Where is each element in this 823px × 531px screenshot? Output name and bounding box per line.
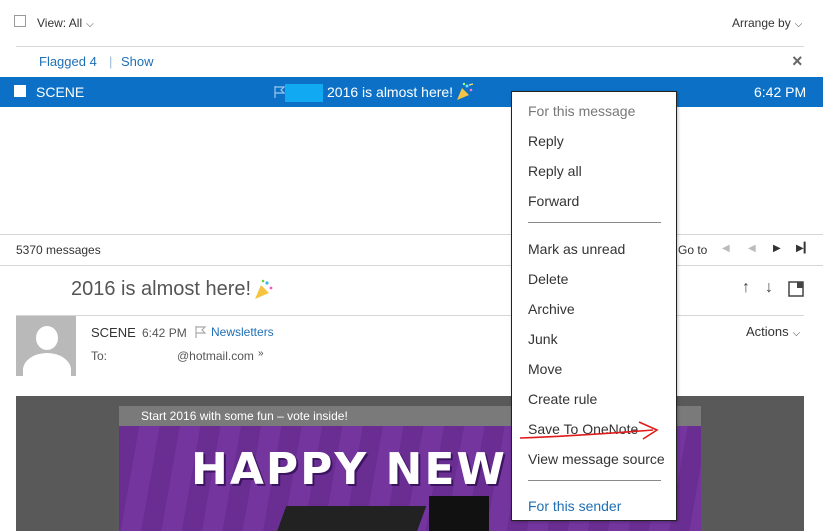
menu-separator: [528, 480, 661, 481]
last-page-icon[interactable]: ▶▎: [796, 243, 811, 254]
menu-item-reply[interactable]: Reply: [528, 133, 564, 149]
popout-icon[interactable]: [788, 281, 804, 297]
arrange-by-label: Arrange by: [732, 16, 791, 30]
expand-recipients-icon[interactable]: »: [258, 348, 264, 359]
flagged-filter-link[interactable]: Flagged 4: [39, 54, 97, 69]
view-filter-label: View: All: [37, 16, 83, 30]
annotation-arrow-icon: [519, 421, 659, 440]
message-sender: SCENE: [36, 84, 85, 100]
next-page-icon[interactable]: ▶: [773, 243, 781, 254]
previous-message-icon[interactable]: ↑: [742, 279, 750, 297]
goto-label[interactable]: Go to: [678, 243, 707, 257]
select-all-checkbox[interactable]: [14, 15, 26, 27]
show-link[interactable]: Show: [121, 54, 154, 69]
message-time: 6:42 PM: [754, 84, 807, 100]
next-message-icon[interactable]: ↓: [765, 279, 773, 297]
message-count: 5370 messages: [16, 243, 101, 257]
to-label: To:: [91, 349, 108, 363]
menu-item-reply-all[interactable]: Reply all: [528, 163, 582, 179]
separator: |: [109, 54, 113, 69]
close-icon[interactable]: ×: [792, 51, 803, 72]
menu-item-for-this-sender[interactable]: For this sender: [528, 498, 621, 514]
avatar: [16, 316, 76, 376]
menu-item-move[interactable]: Move: [528, 361, 562, 377]
chevron-down-icon: ⌵: [86, 19, 94, 30]
party-popper-icon: [255, 279, 273, 299]
banner-headline: HAPPY NEW Y: [191, 444, 559, 495]
category-link[interactable]: Newsletters: [211, 325, 274, 339]
divider: [0, 265, 823, 266]
reading-subject: 2016 is almost here!: [71, 278, 252, 300]
party-popper-icon: [457, 82, 474, 100]
first-page-icon[interactable]: ◀: [722, 243, 730, 254]
context-menu: For this message Reply Reply all Forward…: [511, 91, 677, 521]
message-checkbox[interactable]: [14, 85, 26, 97]
menu-item-delete[interactable]: Delete: [528, 271, 568, 287]
menu-item-archive[interactable]: Archive: [528, 301, 575, 317]
arrange-by-dropdown[interactable]: Arrange by ⌵: [732, 16, 802, 30]
chevron-down-icon: ⌵: [792, 328, 801, 339]
divider: [0, 234, 823, 235]
view-filter-dropdown[interactable]: View: All ⌵: [37, 16, 94, 30]
reading-time: 6:42 PM: [142, 326, 187, 340]
chevron-down-icon: ⌵: [794, 19, 803, 30]
divider: [16, 315, 804, 316]
recipient-address[interactable]: @hotmail.com: [177, 349, 254, 363]
menu-item-forward[interactable]: Forward: [528, 193, 579, 209]
menu-item-create-rule[interactable]: Create rule: [528, 391, 597, 407]
redacted-block: [285, 84, 323, 102]
reading-sender[interactable]: SCENE: [91, 325, 136, 340]
menu-separator: [528, 222, 661, 223]
message-row-selected[interactable]: SCENE 2016 is almost here! 6:42 PM: [0, 77, 823, 107]
actions-dropdown[interactable]: Actions ⌵: [746, 324, 800, 339]
menu-header-for-this-message: For this message: [528, 103, 636, 119]
actions-label: Actions: [746, 324, 789, 339]
menu-item-view-message-source[interactable]: View message source: [528, 451, 665, 467]
menu-item-junk[interactable]: Junk: [528, 331, 558, 347]
email-banner-image: Start 2016 with some fun – vote inside! …: [16, 396, 804, 531]
divider: [16, 46, 804, 47]
menu-item-mark-as-unread[interactable]: Mark as unread: [528, 241, 625, 257]
message-subject: 2016 is almost here!: [327, 84, 454, 100]
flag-icon[interactable]: [272, 85, 286, 99]
flag-icon[interactable]: [193, 325, 207, 339]
previous-page-icon[interactable]: ◀: [748, 243, 756, 254]
